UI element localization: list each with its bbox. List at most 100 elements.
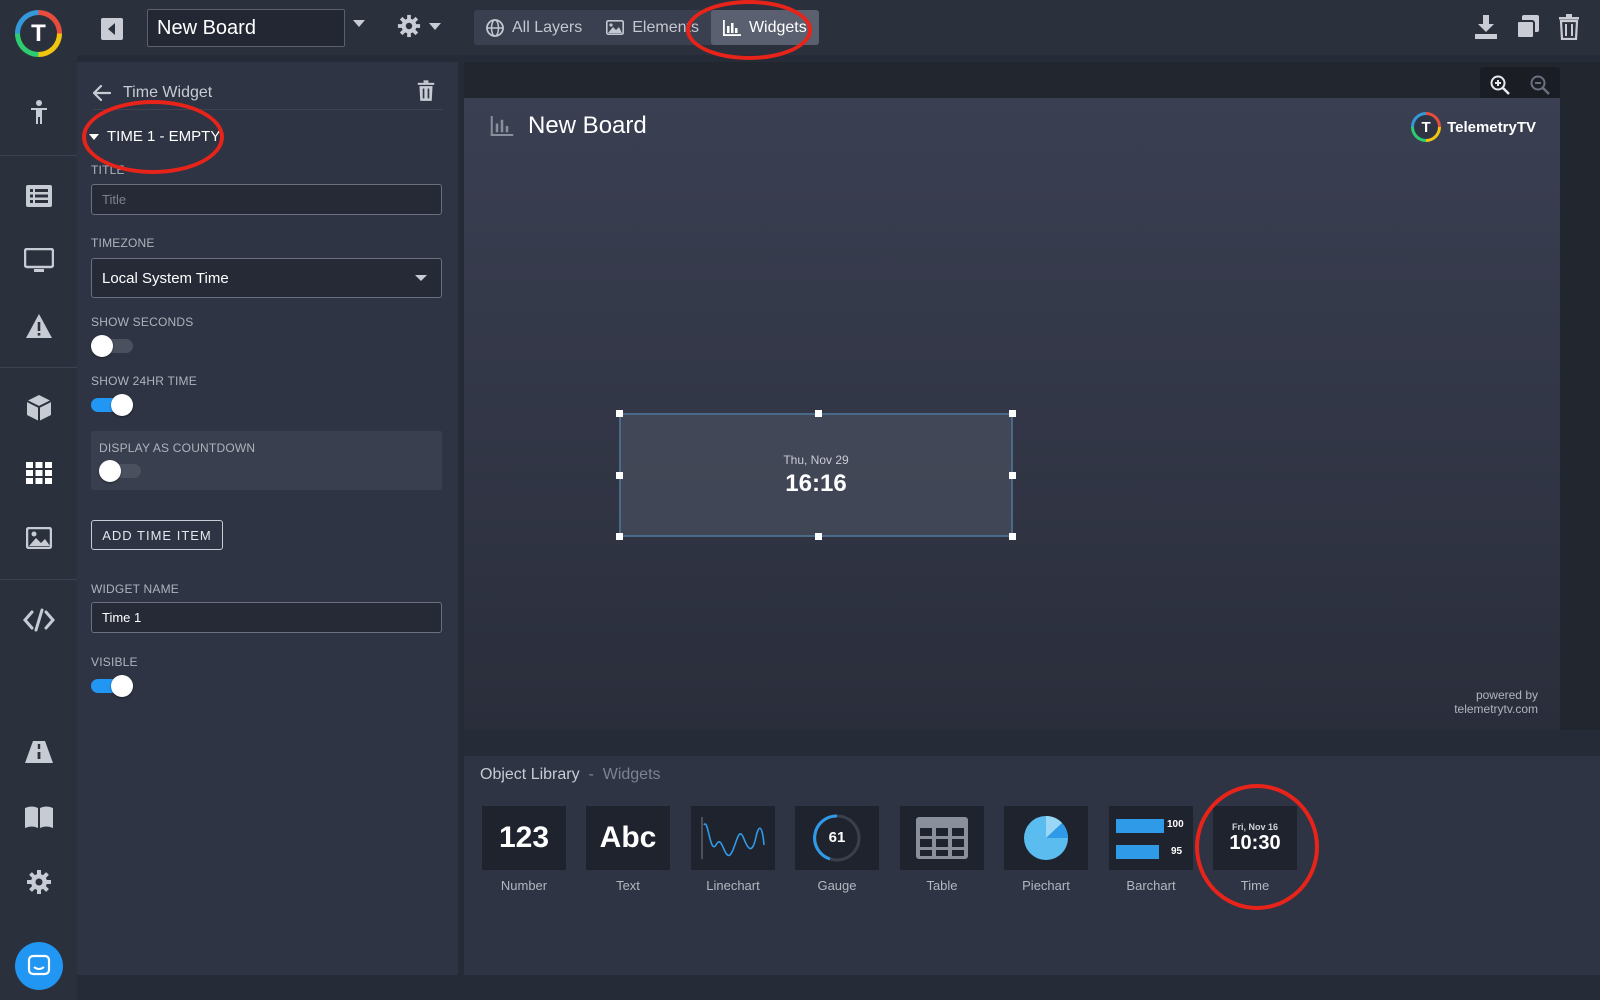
collapse-panel-button[interactable] (101, 18, 123, 40)
accessibility-icon[interactable] (0, 90, 77, 134)
duplicate-icon[interactable] (1516, 14, 1540, 40)
resize-handle[interactable] (616, 410, 623, 417)
time-widget[interactable]: Thu, Nov 29 16:16 (616, 410, 1016, 540)
table-tile (900, 806, 984, 870)
library-item-number[interactable]: 123 Number (482, 806, 566, 893)
tile-date: Fri, Nov 16 (1231, 821, 1278, 832)
warning-icon[interactable] (0, 304, 77, 348)
show-24hr-toggle[interactable] (91, 394, 133, 416)
library-item-label: Text (616, 878, 640, 893)
panel-header: Time Widget (93, 76, 443, 110)
piechart-tile (1004, 806, 1088, 870)
arrow-left-icon[interactable] (93, 84, 111, 101)
cube-icon[interactable] (0, 386, 77, 430)
board-settings-menu[interactable] (397, 14, 441, 38)
title-input[interactable] (92, 185, 441, 214)
powered-by-line: powered by (1475, 688, 1538, 702)
triangle-down-icon (89, 133, 99, 140)
text-tile: Abc (586, 806, 670, 870)
library-item-text[interactable]: Abc Text (586, 806, 670, 893)
powered-by-url: telemetrytv.com (1454, 702, 1538, 716)
library-item-table[interactable]: Table (900, 806, 984, 893)
countdown-toggle[interactable] (99, 460, 141, 482)
section-title: TIME 1 - EMPTY (107, 128, 221, 145)
list-icon[interactable] (0, 174, 77, 218)
resize-handle[interactable] (616, 533, 623, 540)
settings-gear-icon[interactable] (0, 860, 77, 904)
top-bar: New Board All Layers Elements Widgets (77, 0, 1600, 55)
telemetry-logo[interactable]: T (15, 10, 62, 57)
globe-icon (486, 18, 504, 37)
apps-grid-icon[interactable] (0, 451, 77, 495)
widget-name-input[interactable] (92, 603, 441, 632)
widget-settings-panel: Time Widget TIME 1 - EMPTY TITLE TIMEZON… (77, 62, 458, 975)
board-actions (1474, 14, 1580, 40)
board-name-field[interactable]: New Board (147, 9, 345, 47)
tab-widgets[interactable]: Widgets (710, 10, 819, 45)
monitor-icon[interactable] (0, 239, 77, 283)
canvas-area: New Board T TelemetryTV Thu, Nov 29 16:1… (464, 62, 1600, 730)
book-icon[interactable] (0, 795, 77, 839)
library-item-label: Time (1240, 878, 1270, 893)
show-seconds-label: SHOW SECONDS (91, 315, 194, 329)
show-seconds-toggle[interactable] (91, 335, 133, 357)
tab-label: All Layers (512, 18, 583, 36)
delete-board-icon[interactable] (1558, 14, 1580, 40)
powered-by: powered by telemetrytv.com (1454, 688, 1538, 716)
tab-label: Widgets (748, 18, 807, 36)
road-icon[interactable] (0, 730, 77, 774)
widget-name-label: WIDGET NAME (91, 582, 179, 596)
library-item-time[interactable]: Fri, Nov 16 10:30 Time (1213, 806, 1297, 893)
delete-widget-icon[interactable] (417, 80, 435, 102)
download-icon[interactable] (1474, 14, 1498, 40)
code-icon[interactable] (0, 598, 77, 642)
piechart-icon (1024, 816, 1068, 860)
library-item-barchart[interactable]: 100 95 Barchart (1109, 806, 1193, 893)
telemetry-logo-small: T (1411, 112, 1442, 142)
image-icon[interactable] (0, 516, 77, 560)
gauge-tile: 61 (795, 806, 879, 870)
board-canvas[interactable]: New Board T TelemetryTV Thu, Nov 29 16:1… (464, 98, 1560, 730)
number-tile: 123 (482, 806, 566, 870)
chevron-down-icon (415, 275, 427, 281)
zoom-in-icon (1490, 75, 1510, 95)
resize-handle[interactable] (815, 533, 822, 540)
countdown-label: DISPLAY AS COUNTDOWN (99, 441, 256, 455)
resize-handle[interactable] (1009, 410, 1016, 417)
time-item-section-toggle[interactable]: TIME 1 - EMPTY (89, 128, 220, 145)
library-item-linechart[interactable]: Linechart (691, 806, 775, 893)
chat-support-button[interactable] (15, 942, 63, 990)
timezone-value: Local System Time (102, 269, 229, 287)
resize-handle[interactable] (815, 410, 822, 417)
resize-handle[interactable] (1009, 533, 1016, 540)
title-label: TITLE (91, 163, 125, 177)
library-item-label: Linechart (706, 878, 760, 893)
zoom-out-icon (1530, 75, 1550, 95)
widget-name-field[interactable] (91, 602, 442, 633)
add-time-item-button[interactable]: ADD TIME ITEM (91, 520, 223, 550)
widget-time: 16:16 (785, 470, 847, 497)
title-field[interactable] (91, 184, 442, 215)
left-rail: T (0, 0, 77, 1000)
visible-label: VISIBLE (91, 655, 138, 669)
show-24hr-label: SHOW 24HR TIME (91, 374, 197, 388)
tab-label: Elements (632, 18, 699, 36)
timezone-select[interactable]: Local System Time (91, 258, 442, 298)
library-item-label: Number (500, 878, 548, 893)
layer-tabs: All Layers Elements Widgets (474, 10, 819, 45)
gauge-value: 61 (828, 829, 846, 846)
library-item-label: Gauge (817, 878, 857, 893)
library-item-gauge[interactable]: 61 Gauge (795, 806, 879, 893)
library-title-text: Object Library (480, 766, 580, 783)
tab-all-layers[interactable]: All Layers (474, 10, 594, 45)
library-subtitle: Widgets (602, 766, 661, 783)
timezone-label: TIMEZONE (91, 236, 155, 250)
visible-toggle[interactable] (91, 675, 133, 697)
board-dropdown-icon[interactable] (353, 20, 365, 27)
library-item-piechart[interactable]: Piechart (1004, 806, 1088, 893)
tab-elements[interactable]: Elements (594, 10, 711, 45)
barchart-tile: 100 95 (1109, 806, 1193, 870)
bar-mark (1116, 819, 1164, 833)
bar-chart-icon (722, 19, 741, 36)
countdown-option: DISPLAY AS COUNTDOWN (91, 431, 442, 490)
